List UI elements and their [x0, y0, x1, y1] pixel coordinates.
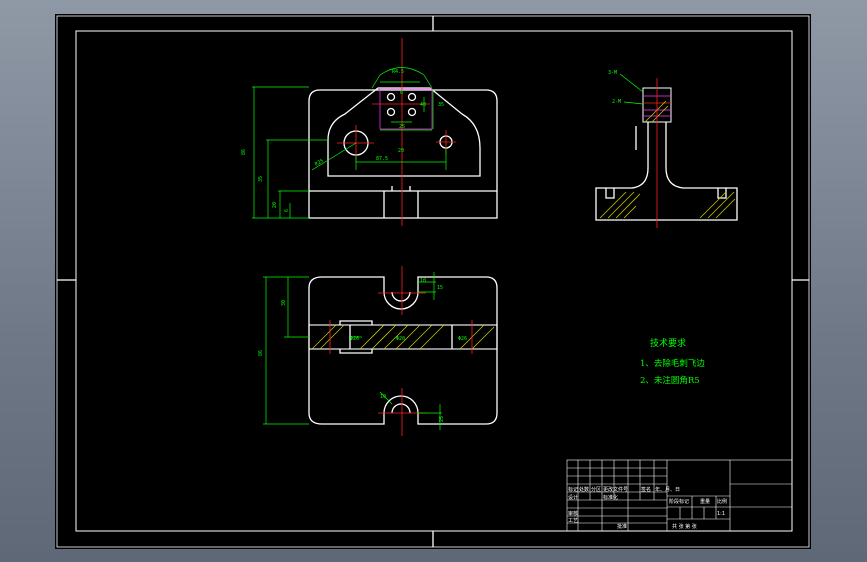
tb-sheets: 共 张 第 张	[672, 523, 697, 530]
tb-label-mark: 标记	[568, 486, 578, 493]
cad-viewport[interactable]: R4.5 86 35 20 6 8 25 35 40 R25 87.5 20 3…	[0, 0, 867, 562]
dim-plan-slot: 10	[420, 278, 426, 284]
dim-overall-height: 86	[241, 149, 247, 155]
tb-scale-value: 1:1	[717, 511, 725, 517]
side-label-2: 2-M	[612, 99, 621, 105]
dim-plan-height: 86	[258, 350, 264, 356]
tb-approval: 批准	[617, 523, 627, 530]
dim-small-2: 25	[399, 124, 405, 130]
dim-bore-small: 20	[398, 148, 404, 154]
tb-reviewer: 审核	[568, 510, 578, 517]
dim-plan-small: 15	[437, 285, 443, 291]
tb-label-zone: 分区	[591, 486, 601, 493]
side-label-1: 3-M	[608, 70, 617, 76]
cad-drawing: R4.5 86 35 20 6 8 25 35 40 R25 87.5 20 3…	[55, 14, 811, 549]
requirement-1: 1、去除毛刺飞边	[640, 358, 705, 369]
dim-plan-d2: Φ20	[396, 336, 405, 342]
tb-label-change-doc: 更改文件号	[603, 486, 628, 493]
requirement-2: 2、未注圆角R5	[640, 375, 700, 386]
dim-plan-d3: Φ26	[458, 336, 467, 342]
dim-height-3: 20	[272, 202, 278, 208]
dim-small-4: 40	[420, 102, 426, 108]
dim-plan-inner: 30	[281, 300, 287, 306]
tb-label-sign: 签名	[641, 486, 651, 493]
dim-height-2: 35	[258, 176, 264, 182]
dim-plan-bottom: 10	[380, 394, 386, 400]
dim-small-3: 35	[438, 102, 444, 108]
tb-weight: 重量	[700, 498, 710, 505]
tb-scale: 比例	[717, 498, 727, 505]
dim-plan-bottom-2: 25	[439, 416, 445, 422]
dim-plan-d1: Φ26	[350, 336, 359, 342]
dim-small-1: 8	[400, 90, 403, 96]
dim-bore-span: 87.5	[376, 156, 388, 162]
tb-label-count: 处数	[579, 486, 589, 493]
dim-top-arc: R4.5	[392, 69, 404, 75]
tb-standardization: 标准化	[603, 494, 618, 501]
tb-stage-marker: 阶段标记	[669, 498, 689, 505]
tb-label-date: 年、月、日	[655, 486, 680, 493]
tb-designer: 设计	[568, 494, 578, 501]
requirements-title: 技术要求	[650, 337, 686, 349]
dim-height-4: 6	[284, 209, 290, 212]
tb-process: 工艺	[568, 518, 578, 524]
